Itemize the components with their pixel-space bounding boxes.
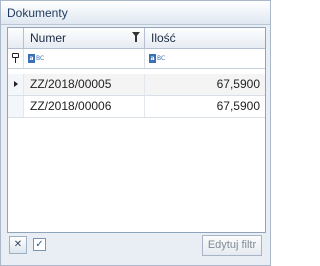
cell-numer[interactable]: ZZ/2018/00005: [24, 74, 145, 95]
documents-panel: Dokumenty Numer Ilość a BC a BC ZZ/2018/…: [0, 0, 271, 266]
filter-row-indicator: [8, 49, 24, 68]
table-row[interactable]: ZZ/2018/00005 67,5900: [8, 74, 265, 96]
filter-icon[interactable]: [132, 32, 140, 42]
row-indicator: [8, 74, 24, 95]
checkmark-icon: ✓: [35, 239, 44, 250]
cell-ilosc[interactable]: 67,5900: [145, 74, 265, 95]
pin-icon: [12, 53, 19, 63]
clear-filter-button[interactable]: ✕: [9, 236, 27, 254]
auto-filter-row: a BC a BC: [8, 49, 265, 69]
filter-cell-numer[interactable]: a BC: [24, 49, 145, 68]
edit-filter-button[interactable]: Edytuj filtr: [202, 235, 262, 256]
filter-cell-ilosc[interactable]: a BC: [145, 49, 265, 68]
cell-ilosc[interactable]: 67,5900: [145, 96, 265, 117]
column-header-ilosc[interactable]: Ilość: [145, 28, 265, 48]
documents-grid: Numer Ilość aBC aBC ZZ/2018/00005 67,5: [7, 27, 266, 233]
column-header-numer[interactable]: Numer: [24, 28, 145, 48]
column-header-numer-label: Numer: [30, 31, 67, 45]
table-row[interactable]: ZZ/2018/00006 67,5900: [8, 96, 265, 118]
current-row-arrow-icon: [14, 81, 18, 87]
panel-titlebar: Dokumenty: [1, 1, 270, 25]
abc-text-filter-icon: a BC: [149, 54, 166, 63]
row-indicator: [8, 96, 24, 117]
cell-numer[interactable]: ZZ/2018/00006: [24, 96, 145, 117]
header-indicator-cell: [8, 28, 24, 48]
grid-header: Numer Ilość: [8, 28, 265, 49]
column-header-ilosc-label: Ilość: [151, 31, 176, 45]
enable-filter-checkbox[interactable]: ✓: [33, 238, 46, 251]
filter-panel: ✕ ✓ Edytuj filtr: [7, 234, 264, 259]
panel-title: Dokumenty: [7, 6, 68, 20]
close-icon: ✕: [13, 239, 23, 250]
abc-text-filter-icon: a BC: [28, 54, 45, 63]
